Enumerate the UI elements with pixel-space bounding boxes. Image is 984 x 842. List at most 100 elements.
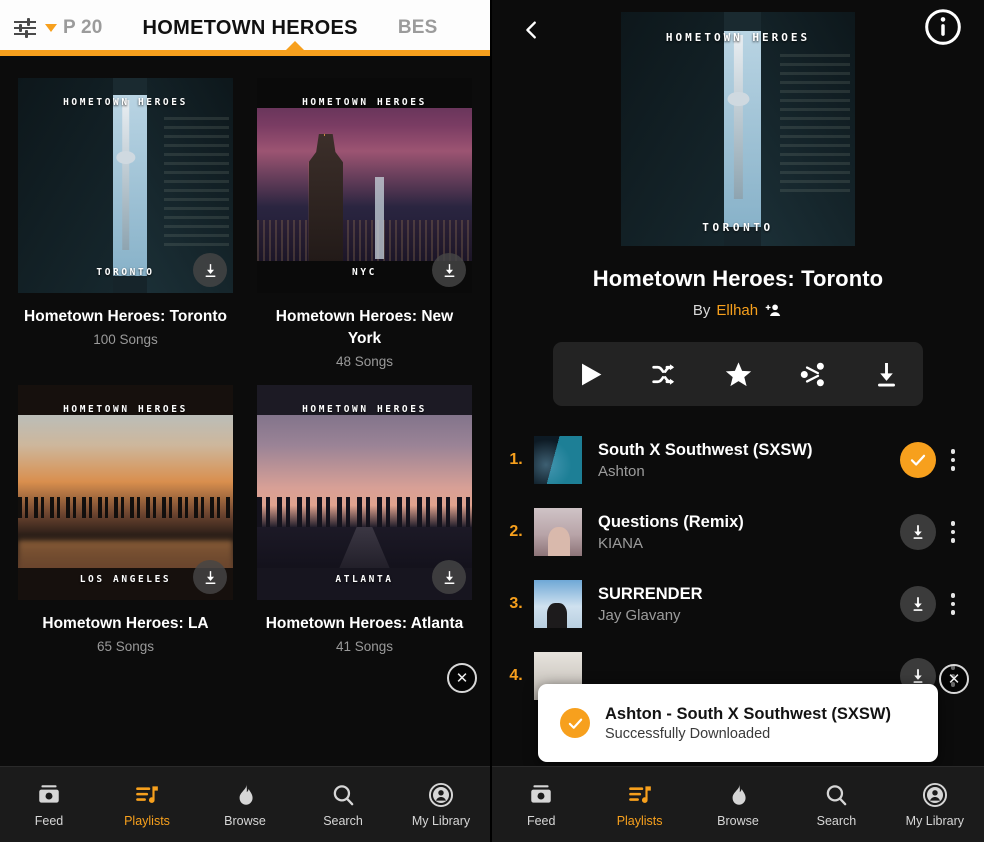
nav-item-browse[interactable]: Browse [689,782,787,828]
check-icon[interactable] [900,442,936,478]
page-title: Hometown Heroes: Toronto [592,266,884,291]
author-name[interactable]: Ellhah [716,302,758,319]
nav-item-playlists[interactable]: Playlists [590,782,688,828]
track-row[interactable]: 1. South X Southwest (SXSW) Ashton [492,424,984,496]
track-number: 2. [509,523,523,540]
download-icon[interactable] [432,560,466,594]
play-button[interactable] [576,360,605,389]
favorite-button[interactable] [724,360,753,389]
tab-hometown-heroes[interactable]: HOMETOWN HEROES [117,17,384,40]
kebab-menu-icon[interactable] [936,521,970,543]
track-title: Questions (Remix) [598,512,744,531]
detail-cover: HOMETOWN HEROES TORONTO [621,12,855,246]
account-icon [428,782,454,807]
nav-label: My Library [411,813,471,828]
tab-best[interactable]: BES [384,17,452,39]
tab-underline [0,50,490,56]
chevron-down-icon[interactable] [45,24,57,32]
track-title: South X Southwest (SXSW) [598,440,813,459]
back-button[interactable] [512,10,552,50]
playlist-title: Hometown Heroes: LA [42,615,209,632]
track-meta: Questions (Remix) KIANA [582,513,900,552]
playlist-song-count: 65 Songs [96,639,155,654]
track-number: 1. [509,451,523,468]
playlist-cover[interactable]: HOMETOWN HEROES LOS ANGELES [18,385,233,600]
nav-item-my-library[interactable]: My Library [392,782,490,828]
nav-item-feed[interactable]: Feed [492,782,590,828]
star-icon [725,361,751,386]
download-icon[interactable] [900,586,936,622]
cover-brand-label: HOMETOWN HEROES [63,97,188,109]
playlist-cover[interactable]: HOMETOWN HEROES NYC [257,78,472,293]
playlist-action-bar [553,342,923,406]
playlist-title: Hometown Heroes: Toronto [24,308,227,325]
info-button[interactable] [924,8,966,50]
filter-button[interactable] [0,18,57,38]
share-icon [800,362,824,386]
cover-artwork [621,12,855,246]
playlists-icon [628,785,651,803]
nav-item-playlists[interactable]: Playlists [98,782,196,828]
track-artist: Jay Glavany [598,606,681,624]
flame-icon [732,783,746,805]
track-row[interactable]: 3. SURRENDER Jay Glavany [492,568,984,640]
playlists-icon [136,785,158,803]
nav-item-my-library[interactable]: My Library [886,782,984,828]
close-icon[interactable]: ✕ [447,663,477,693]
tab-list: P 20 HOMETOWN HEROES BES [57,17,490,40]
cover-brand-label: HOMETOWN HEROES [302,97,427,109]
tab-active-indicator [286,41,304,50]
track-artist: KIANA [598,534,644,552]
track-title: SURRENDER [598,584,703,603]
kebab-menu-icon[interactable] [936,449,970,471]
playlist-card-new-york[interactable]: HOMETOWN HEROES NYC Hometown Heroes: New… [257,78,472,369]
playlist-card-atlanta[interactable]: HOMETOWN HEROES ATLANTA Hometown Heroes:… [257,385,472,654]
playlist-detail-screen: HOMETOWN HEROES TORONTO Hometown Heroes:… [492,0,984,842]
nav-item-search[interactable]: Search [294,782,392,828]
playlist-cover[interactable]: HOMETOWN HEROES TORONTO [18,78,233,293]
playlist-song-count: 100 Songs [93,332,158,347]
download-icon[interactable] [193,560,227,594]
toast-subtitle: Successfully Downloaded [605,725,771,742]
nav-item-search[interactable]: Search [787,782,885,828]
playlist-author: By Ellhah [492,301,984,320]
track-meta: SURRENDER Jay Glavany [582,585,900,624]
by-prefix: By [692,302,711,319]
nav-item-browse[interactable]: Browse [196,782,294,828]
feed-icon [531,784,551,803]
playlist-card-toronto[interactable]: HOMETOWN HEROES TORONTO Hometown Heroes:… [18,78,233,369]
track-artist: Ashton [598,462,645,480]
playlist-song-count: 41 Songs [335,639,394,654]
download-icon[interactable] [900,514,936,550]
playlist-title: Hometown Heroes: New York [275,308,454,347]
nav-item-feed[interactable]: Feed [0,782,98,828]
nav-label: Playlists [616,813,663,828]
share-button[interactable] [798,360,827,389]
shuffle-button[interactable] [650,360,679,389]
bottom-navigation: Feed Playlists Browse Search My Library [0,766,490,842]
check-icon [560,708,590,738]
cover-brand-label: HOMETOWN HEROES [665,30,811,44]
playlist-card-la[interactable]: HOMETOWN HEROES LOS ANGELES Hometown Her… [18,385,233,654]
close-icon[interactable]: ✕ [939,664,969,694]
nav-label: Search [323,813,363,828]
kebab-menu-icon[interactable] [936,593,970,615]
playlist-grid: HOMETOWN HEROES TORONTO Hometown Heroes:… [0,56,490,654]
playlist-title: Hometown Heroes: Atlanta [265,615,464,632]
download-icon[interactable] [193,253,227,287]
shuffle-icon [651,363,674,385]
download-button[interactable] [872,360,901,389]
nav-label: Playlists [124,813,170,828]
tab-top-20[interactable]: P 20 [63,17,117,39]
nav-label: Feed [526,813,556,828]
track-meta [582,675,900,678]
search-icon [333,784,354,805]
track-row[interactable]: 2. Questions (Remix) KIANA [492,496,984,568]
nav-label: My Library [905,813,964,828]
playlist-cover[interactable]: HOMETOWN HEROES ATLANTA [257,385,472,600]
add-person-icon[interactable] [764,301,783,320]
nav-label: Feed [34,813,64,828]
track-list: 1. South X Southwest (SXSW) Ashton 2. Qu… [492,424,984,712]
category-tabbar: P 20 HOMETOWN HEROES BES [0,0,490,56]
download-icon[interactable] [432,253,466,287]
